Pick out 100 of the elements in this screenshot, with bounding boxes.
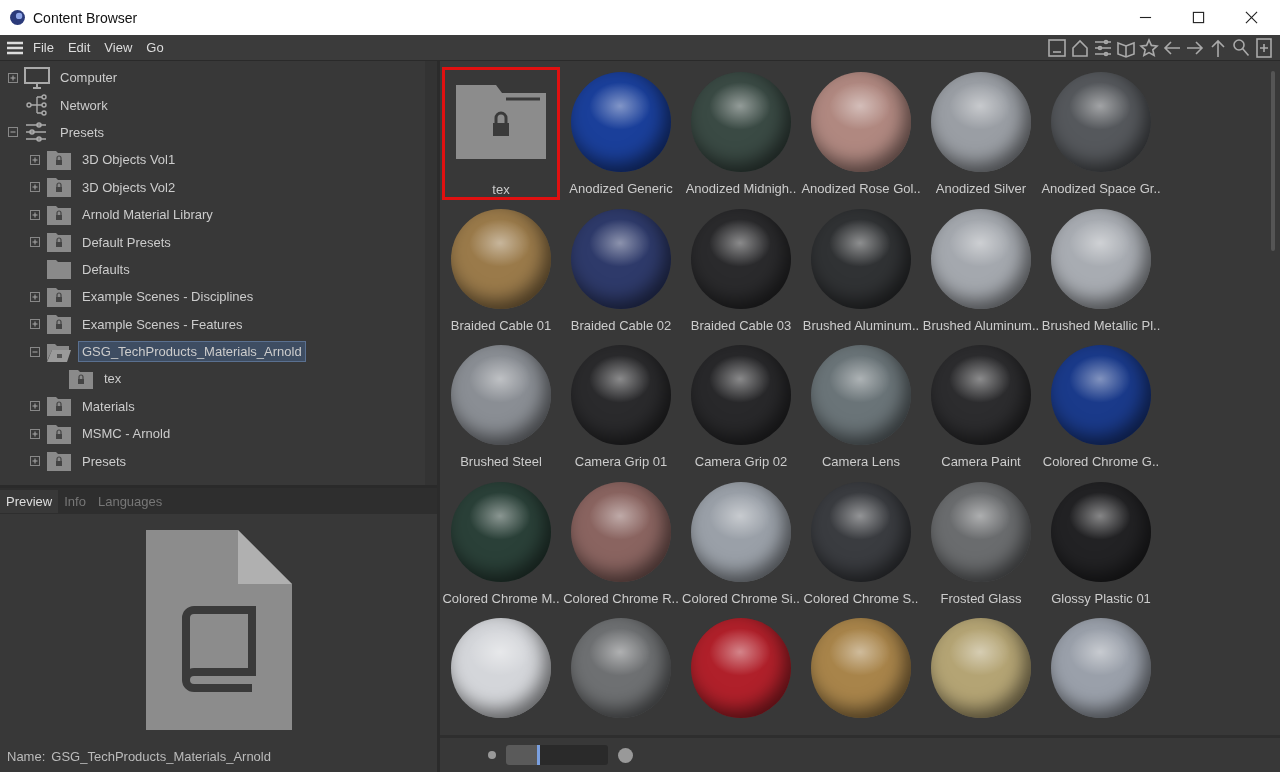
material-tile[interactable]: Brushed Metallic Pl.. bbox=[1042, 203, 1160, 341]
tree-toggle-icon[interactable] bbox=[30, 456, 40, 467]
locked-folder-icon bbox=[46, 148, 72, 171]
tree-item[interactable]: Default Presets bbox=[79, 232, 174, 252]
tree-toggle-icon[interactable] bbox=[30, 154, 40, 165]
locked-folder-icon bbox=[456, 85, 546, 159]
material-tile[interactable]: Colored Chrome R.. bbox=[562, 476, 680, 614]
material-tile[interactable]: Glossy Plastic 01 bbox=[1042, 476, 1160, 614]
material-tile[interactable]: Braided Cable 02 bbox=[562, 203, 680, 341]
tree-toggle-icon[interactable] bbox=[30, 209, 40, 220]
tile-label: Anodized Rose Gol.. bbox=[801, 181, 921, 196]
tile-label: Frosted Glass bbox=[940, 590, 1022, 606]
material-tile[interactable]: Colored Chrome S.. bbox=[802, 476, 920, 614]
folder-icon bbox=[46, 258, 72, 281]
name-value: GSG_TechProducts_Materials_Arnold bbox=[51, 749, 271, 764]
tile-label: Glossy Plastic 01 bbox=[1051, 590, 1151, 606]
tile-label: Anodized Midnigh.. bbox=[685, 181, 797, 196]
tree-item[interactable]: tex bbox=[101, 369, 125, 389]
maximize-icon[interactable] bbox=[1192, 11, 1205, 24]
tree-toggle-icon[interactable] bbox=[8, 72, 18, 83]
locked-folder-icon bbox=[46, 422, 72, 445]
material-tile[interactable]: Brushed Aluminum.. bbox=[922, 203, 1040, 341]
document-book-icon bbox=[145, 530, 292, 730]
locked-folder-icon bbox=[46, 450, 72, 473]
close-icon[interactable] bbox=[1245, 11, 1258, 24]
tile-label: Anodized Space Gr.. bbox=[1041, 181, 1161, 196]
material-tile[interactable]: Brushed Steel bbox=[442, 340, 560, 477]
material-tile[interactable]: Brushed Aluminum.. bbox=[802, 203, 920, 341]
star-icon[interactable] bbox=[1139, 37, 1159, 58]
sliders-icon[interactable] bbox=[1093, 37, 1113, 58]
locked-folder-icon bbox=[46, 285, 72, 308]
tree-item[interactable]: Presets bbox=[57, 122, 108, 142]
tile-label: Anodized Generic bbox=[569, 181, 673, 196]
material-tile[interactable]: Colored Chrome G.. bbox=[1042, 340, 1160, 477]
tree-item[interactable]: 3D Objects Vol2 bbox=[79, 177, 179, 197]
menu-item[interactable]: File bbox=[33, 40, 54, 55]
tile-label: Braided Cable 02 bbox=[570, 317, 672, 333]
material-tile[interactable]: Anodized Silver bbox=[922, 67, 1040, 204]
tree-item[interactable]: Network bbox=[57, 95, 111, 115]
tree-item[interactable]: Presets bbox=[79, 451, 130, 471]
tile-label: Camera Grip 02 bbox=[694, 454, 788, 470]
material-tile[interactable]: Camera Grip 01 bbox=[562, 340, 680, 477]
tile-label: Brushed Aluminum.. bbox=[922, 317, 1040, 333]
locked-folder-icon bbox=[46, 395, 72, 418]
tree-toggle-icon[interactable] bbox=[30, 401, 40, 412]
locked-folder-icon bbox=[46, 203, 72, 226]
tile-label: Anodized Silver bbox=[935, 181, 1027, 196]
tree-toggle-icon[interactable] bbox=[30, 319, 40, 330]
name-label: Name: bbox=[7, 749, 46, 764]
material-tile[interactable]: Camera Grip 02 bbox=[682, 340, 800, 477]
tree-item[interactable]: Arnold Material Library bbox=[79, 205, 216, 225]
material-tile[interactable]: Anodized Rose Gol.. bbox=[802, 67, 920, 204]
tile-label: Colored Chrome G.. bbox=[1042, 454, 1160, 470]
tree-toggle-icon[interactable] bbox=[30, 291, 40, 302]
tree-item[interactable]: 3D Objects Vol1 bbox=[79, 150, 179, 170]
material-tile[interactable]: Camera Lens bbox=[802, 340, 920, 477]
menu-item[interactable]: Edit bbox=[67, 40, 91, 55]
tree-item[interactable]: Example Scenes - Disciplines bbox=[79, 287, 257, 307]
material-tile[interactable]: Anodized Midnigh.. bbox=[682, 67, 800, 204]
tile-label: Brushed Aluminum.. bbox=[802, 317, 920, 333]
tree-toggle-icon[interactable] bbox=[30, 237, 40, 248]
tree-item[interactable]: Defaults bbox=[79, 259, 133, 279]
tree-item[interactable]: MSMC - Arnold bbox=[79, 424, 174, 444]
tree-toggle-icon[interactable] bbox=[30, 182, 40, 193]
tree-item[interactable]: GSG_TechProducts_Materials_Arnold bbox=[79, 342, 305, 362]
small-size-icon[interactable] bbox=[488, 751, 496, 759]
panel-icon[interactable] bbox=[1047, 37, 1067, 58]
material-tile[interactable]: Braided Cable 01 bbox=[442, 203, 560, 341]
tile-label: Brushed Metallic Pl.. bbox=[1041, 317, 1161, 333]
folder-tile[interactable]: tex bbox=[442, 67, 560, 200]
search-icon[interactable] bbox=[1231, 37, 1251, 58]
menu-icon[interactable] bbox=[7, 40, 23, 55]
network-icon bbox=[24, 94, 50, 117]
material-tile[interactable]: Anodized Space Gr.. bbox=[1042, 67, 1160, 204]
monitor-icon bbox=[24, 66, 50, 89]
zoom-slider[interactable] bbox=[506, 745, 608, 765]
material-tile[interactable]: Anodized Generic bbox=[562, 67, 680, 204]
tile-label: Camera Paint bbox=[941, 454, 1021, 470]
menu-item[interactable]: View bbox=[104, 40, 133, 55]
material-tile[interactable]: Frosted Glass bbox=[922, 476, 1040, 614]
tree-item[interactable]: Computer bbox=[57, 68, 121, 88]
tree-toggle-icon[interactable] bbox=[8, 127, 18, 138]
tile-label: tex bbox=[492, 182, 510, 197]
tile-label: Braided Cable 01 bbox=[450, 317, 552, 333]
tree-item[interactable]: Materials bbox=[79, 396, 138, 416]
tile-label: Camera Lens bbox=[821, 454, 900, 470]
menu-item[interactable]: Go bbox=[146, 40, 164, 55]
material-tile[interactable]: Colored Chrome Si.. bbox=[682, 476, 800, 614]
tree-toggle-icon[interactable] bbox=[30, 346, 40, 357]
locked-folder-icon bbox=[46, 231, 72, 254]
material-tile[interactable]: Braided Cable 03 bbox=[682, 203, 800, 341]
home-icon[interactable] bbox=[1070, 37, 1090, 58]
material-tile[interactable]: Camera Paint bbox=[922, 340, 1040, 477]
tree-item[interactable]: Example Scenes - Features bbox=[79, 314, 246, 334]
tile-label: Braided Cable 03 bbox=[690, 317, 792, 333]
large-size-icon[interactable] bbox=[618, 747, 633, 763]
add-icon[interactable] bbox=[1254, 37, 1274, 58]
tree-toggle-icon[interactable] bbox=[30, 428, 40, 439]
tab[interactable]: Preview bbox=[0, 489, 59, 513]
material-tile[interactable]: Colored Chrome M.. bbox=[442, 476, 560, 614]
